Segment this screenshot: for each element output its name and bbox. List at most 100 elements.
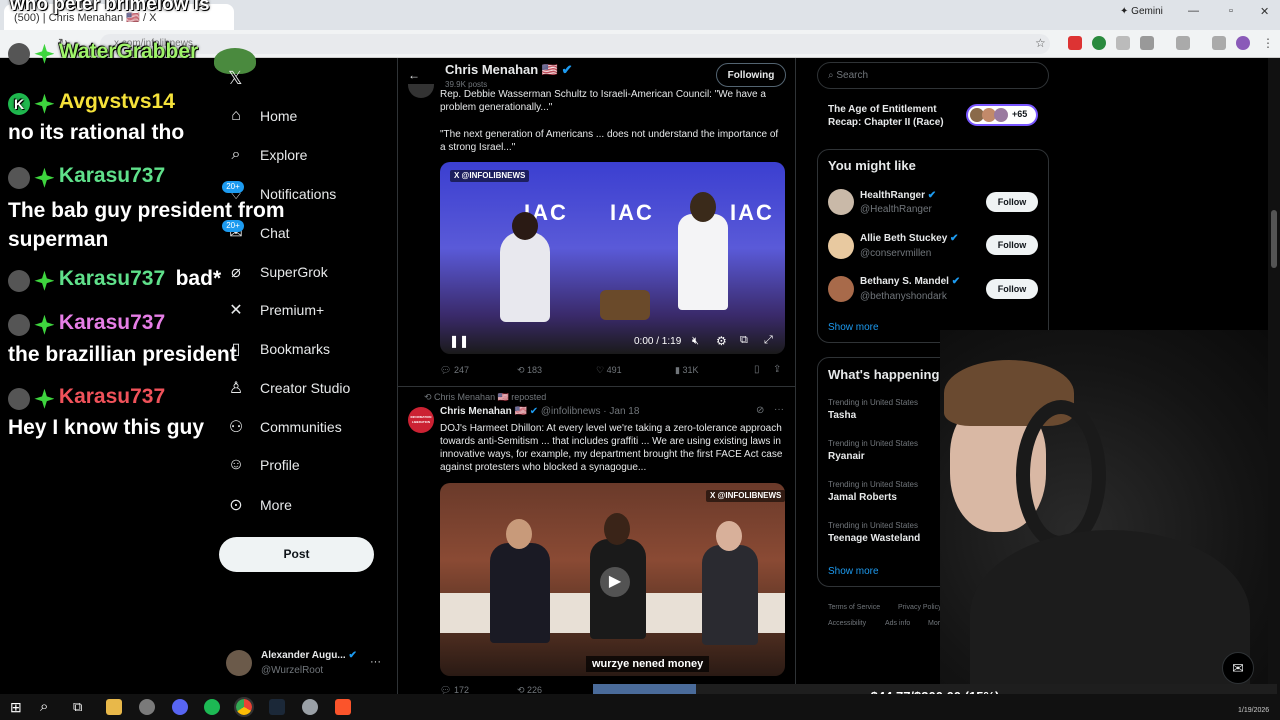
spotify-icon[interactable] [204,699,220,715]
tab-search-icon[interactable] [1212,36,1226,50]
nav-profile[interactable]: ☺ Profile [226,453,300,477]
back-arrow-icon[interactable]: ← [408,68,420,82]
suggest-name[interactable]: Bethany S. Mandel ✔ [860,276,960,287]
scrollbar-thumb[interactable] [1271,210,1277,268]
file-explorer-icon[interactable] [106,699,122,715]
post-button[interactable]: Post [219,537,374,572]
brave-icon[interactable] [335,699,351,715]
obs-icon[interactable] [302,699,318,715]
streamer-body [970,530,1250,700]
footer-link[interactable]: Privacy Policy [898,604,942,611]
pip-icon[interactable]: ⧉ [740,334,748,347]
suggest-handle: @conservmillen [860,248,932,259]
top-card-title[interactable]: The Age of Entitlement Recap: Chapter II… [828,103,963,129]
profile-avatar-icon[interactable] [1236,36,1250,50]
discord-icon[interactable] [172,699,188,715]
avatar[interactable] [828,233,854,259]
trend-context: Trending in United States [828,439,918,448]
trend-context: Trending in United States [828,480,918,489]
speaker-head [604,513,630,545]
fullscreen-icon[interactable]: ⤢ [764,334,773,347]
extension-icon[interactable] [1068,36,1082,50]
footer-link[interactable]: Ads info [885,620,910,627]
nav-premium[interactable]: ✕ Premium+ [226,298,324,322]
account-more-icon[interactable]: ··· [370,656,381,668]
nav-communities[interactable]: ⚇ Communities [226,415,342,439]
suggest-name[interactable]: HealthRanger ✔ [860,190,936,201]
close-window-button[interactable]: ✕ [1260,5,1269,18]
nav-bookmarks[interactable]: ▯ Bookmarks [226,337,330,361]
follow-button[interactable]: Follow [986,192,1038,212]
search-input[interactable]: ⌕ Search [817,62,1049,89]
footer-link[interactable]: Accessibility [828,620,866,627]
show-more-link[interactable]: Show more [828,322,879,333]
extension-icon[interactable] [1092,36,1106,50]
avatar-stack[interactable]: +65 [966,104,1038,126]
speaker-head [512,212,538,240]
account-name[interactable]: Alexander Augu... ✔ [261,650,357,661]
nav-more[interactable]: ⊙ More [226,493,292,517]
tweet-author[interactable]: Chris Menahan 🇺🇸 ✔ @infolibnews · Jan 18 [440,406,639,417]
trend-item[interactable]: Tasha [828,410,856,421]
show-more-link[interactable]: Show more [828,566,879,577]
app-icon[interactable] [139,699,155,715]
reply-button[interactable]: 💬︎ 247 [440,365,469,376]
trend-item[interactable]: Teenage Wasteland [828,533,920,544]
chat-username: WaterGrabber [58,40,199,63]
avatar[interactable] [828,276,854,302]
following-button[interactable]: Following [716,63,786,87]
play-icon[interactable]: ▶ [600,567,630,597]
nav-creator-studio[interactable]: ♙ Creator Studio [226,376,350,400]
repost-button[interactable]: ⟲ 183 [517,365,542,376]
nav-label: Home [260,108,298,124]
taskbar [0,694,1280,720]
x-logo-icon[interactable]: 𝕏 [228,68,243,89]
account-avatar[interactable] [226,650,252,676]
bookmark-icon[interactable]: ▯ [754,364,760,375]
mute-icon[interactable]: 🔇︎ [692,335,699,348]
search-icon[interactable]: ⌕ [40,698,48,715]
home-icon: ⌂ [231,107,241,124]
avatar[interactable]: INFORMATION LIBERATION [408,407,434,433]
maximize-button[interactable]: ▫ [1229,5,1233,17]
repost-icon: ⟲ [517,365,528,375]
video-player[interactable]: IAC IAC IAC [440,162,785,354]
like-button[interactable]: ♡ 491 [596,365,622,376]
bookmark-star-icon[interactable]: ☆ [1035,36,1046,50]
tweet-more-icon[interactable]: ··· [774,404,784,415]
trend-item[interactable]: Jamal Roberts [828,492,897,503]
gemini-button[interactable]: ✦ Gemini [1120,6,1163,17]
extensions-puzzle-icon[interactable] [1140,36,1154,50]
follow-button[interactable]: Follow [986,279,1038,299]
nav-supergrok[interactable]: ⌀ SuperGrok [226,260,328,284]
follow-button[interactable]: Follow [986,235,1038,255]
nav-explore[interactable]: ⌕ Explore [226,143,308,167]
extension-icon[interactable] [1116,36,1130,50]
browser-menu-icon[interactable]: ⋮ [1262,36,1274,50]
footer-link[interactable]: Terms of Service [828,604,880,611]
sidebar-icon[interactable] [1176,36,1190,50]
chat-line: Karasu737 [8,311,165,336]
nav-home[interactable]: ⌂ Home [226,104,297,128]
settings-icon[interactable]: ⚙ [716,334,727,348]
minimize-button[interactable]: — [1188,5,1199,17]
views-button[interactable]: ▮ 31K [675,365,698,376]
trend-item[interactable]: Ryanair [828,451,865,462]
nav-label: More [260,497,292,513]
chrome-icon[interactable] [234,697,254,717]
messages-icon[interactable]: ✉ [1222,652,1254,684]
avatar[interactable] [828,189,854,215]
scrollbar[interactable] [1268,58,1280,694]
share-icon[interactable]: ⇪ [773,364,781,375]
grok-icon[interactable]: ⊘ [756,405,764,416]
windows-start-icon[interactable]: ⊞ [10,699,22,716]
pause-icon[interactable]: ❚❚ [449,334,469,348]
suggest-name[interactable]: Allie Beth Stuckey ✔ [860,233,958,244]
gem-badge-icon [34,270,55,291]
task-view-icon[interactable]: ⧉ [73,699,82,715]
video-player[interactable]: ▶ [440,483,785,676]
gemini-icon: ✦ [1120,6,1132,17]
gem-badge-icon [34,314,55,335]
steam-icon[interactable] [269,699,285,715]
nav-label: Communities [260,419,342,435]
